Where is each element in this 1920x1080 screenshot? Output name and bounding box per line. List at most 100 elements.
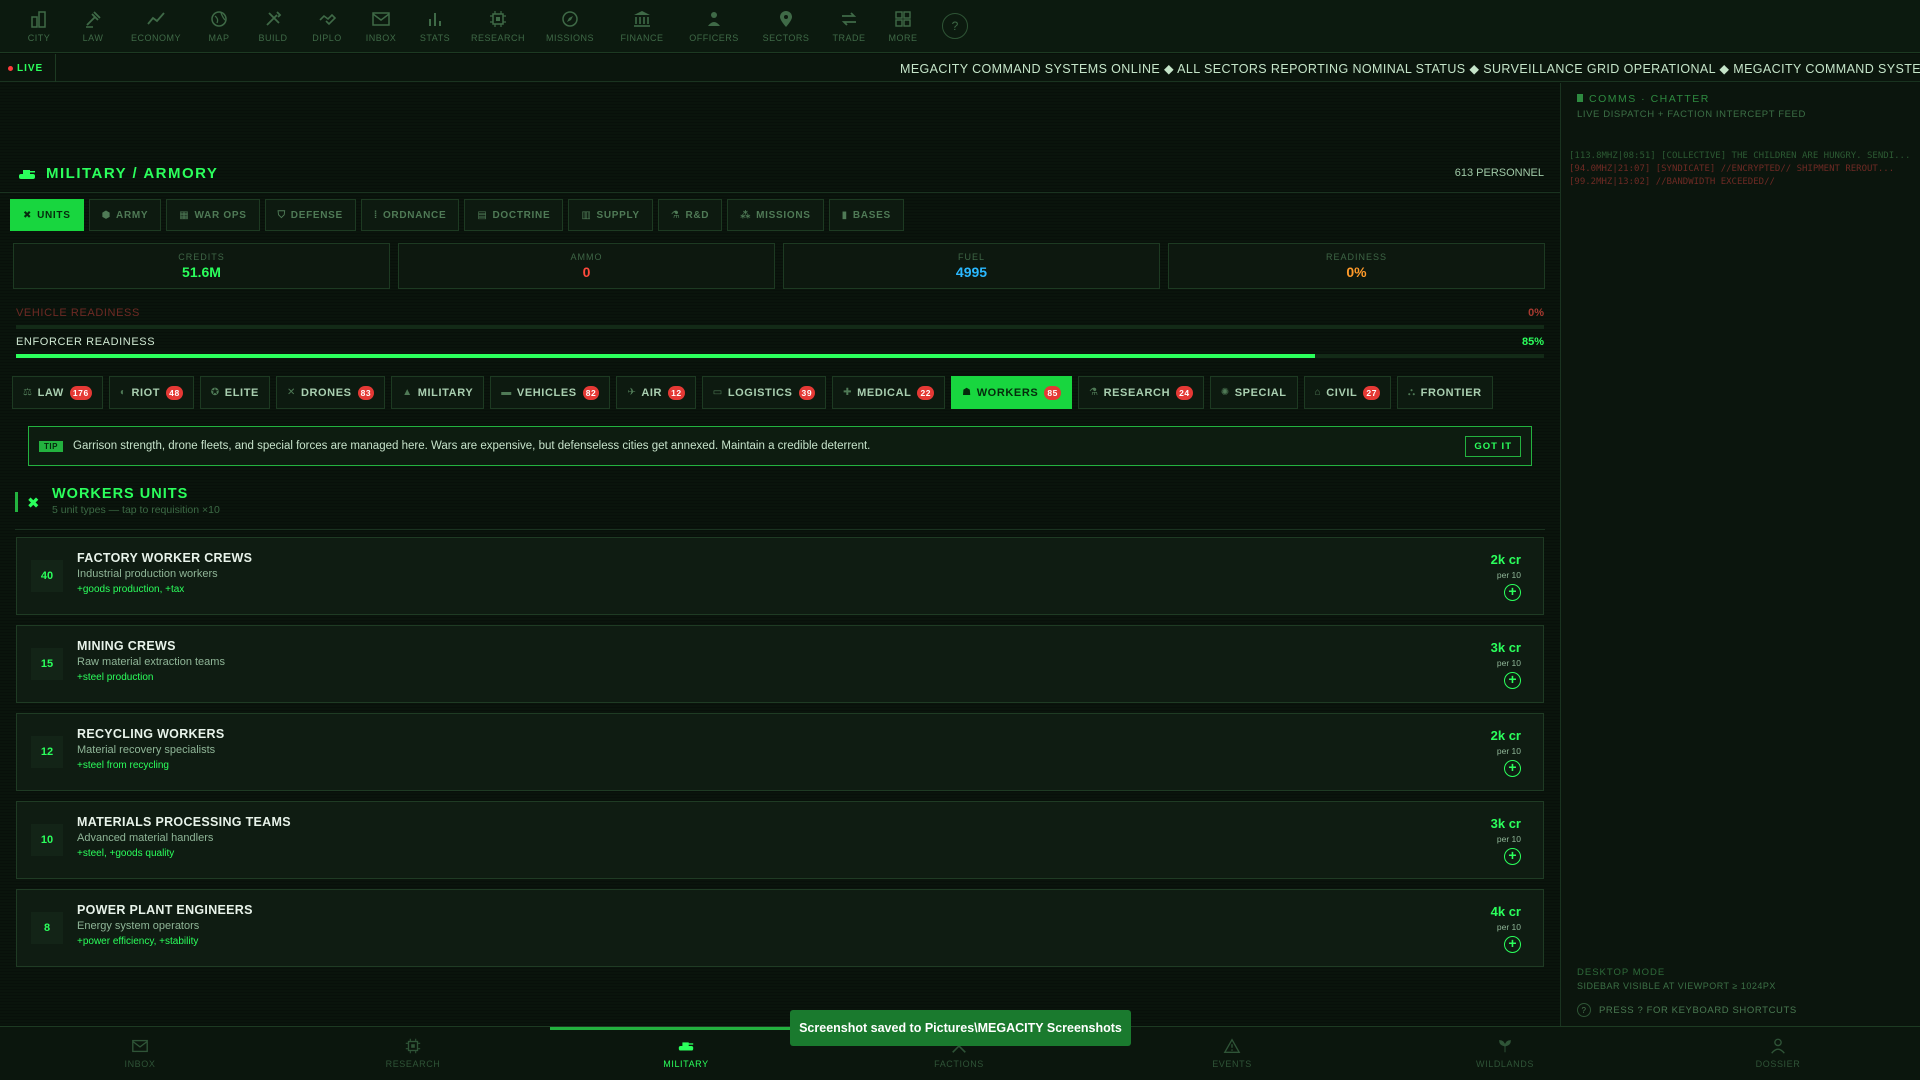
nav-item-trade[interactable]: TRADE xyxy=(822,1,876,51)
unit-cost-unit: per 10 xyxy=(1496,658,1521,668)
requisition-plus-icon[interactable]: + xyxy=(1504,848,1521,865)
nav-item-label: FINANCE xyxy=(620,33,664,43)
category-tab-civil[interactable]: ⌂ CIVIL 27 xyxy=(1303,376,1392,409)
page-header: MILITARY / ARMORY 613 PERSONNEL xyxy=(0,153,1560,193)
requisition-plus-icon[interactable]: + xyxy=(1504,584,1521,601)
bottom-nav-research[interactable]: RESEARCH xyxy=(353,1037,473,1069)
section-tab-supply[interactable]: ▥ SUPPLY xyxy=(568,199,653,231)
nav-item-city[interactable]: CITY xyxy=(12,1,66,51)
section-tab-label: BASES xyxy=(852,209,891,221)
got-it-button[interactable]: GOT IT xyxy=(1465,436,1521,457)
bottom-nav-dossier[interactable]: DOSSIER xyxy=(1718,1037,1838,1069)
section-tab-bases[interactable]: ▮ BASES xyxy=(828,199,904,231)
shortcut-hint[interactable]: ? PRESS ? FOR KEYBOARD SHORTCUTS xyxy=(1577,1003,1797,1017)
category-tab-workers[interactable]: ☗ WORKERS 85 xyxy=(951,376,1072,409)
category-tab-icon: ▭ xyxy=(712,387,723,398)
stat-ammo: AMMO 0 xyxy=(398,243,775,289)
section-tab-ordnance[interactable]: ⁞ ORDNANCE xyxy=(360,199,460,231)
nav-item-diplo[interactable]: DIPLO xyxy=(300,1,354,51)
count-badge: 12 xyxy=(668,385,685,400)
nav-item-stats[interactable]: STATS xyxy=(408,1,462,51)
comms-subtitle: LIVE DISPATCH + FACTION INTERCEPT FEED xyxy=(1577,109,1806,120)
section-tab-r-d[interactable]: ⚗ R&D xyxy=(657,199,723,231)
requisition-plus-icon[interactable]: + xyxy=(1504,672,1521,689)
unit-card[interactable]: 12 RECYCLING WORKERS Material recovery spe… xyxy=(16,713,1544,791)
category-tab-label: MEDICAL xyxy=(857,386,912,399)
nav-item-label: MAP xyxy=(208,33,230,43)
unit-card[interactable]: 8 POWER PLANT ENGINEERS Energy system oper… xyxy=(16,889,1544,967)
nav-item-map[interactable]: MAP xyxy=(192,1,246,51)
category-tab-air[interactable]: ✈ AIR 12 xyxy=(616,376,696,409)
vehicle-readiness-label: VEHICLE READINESS xyxy=(16,307,140,319)
nav-item-finance[interactable]: FINANCE xyxy=(606,1,678,51)
nav-item-label: MORE xyxy=(888,33,918,43)
section-tab-label: MISSIONS xyxy=(756,209,811,221)
category-tab-icon: ✕ xyxy=(286,387,296,398)
bottom-nav-events[interactable]: EVENTS xyxy=(1172,1037,1292,1069)
stat-readiness: READINESS 0% xyxy=(1168,243,1545,289)
section-tab-army[interactable]: ⬢ ARMY xyxy=(88,199,162,231)
unit-bonus: +power efficiency, +stability xyxy=(77,936,199,947)
category-tab-logistics[interactable]: ▭ LOGISTICS 39 xyxy=(701,376,827,409)
category-tab-vehicles[interactable]: ▬ VEHICLES 82 xyxy=(490,376,611,409)
stat-value: 0 xyxy=(582,264,591,280)
bar-chart-icon xyxy=(429,13,441,26)
section-tab-defense[interactable]: ⛉ DEFENSE xyxy=(264,199,356,231)
unit-cost: 3k cr xyxy=(1490,816,1521,831)
section-tab-units[interactable]: ✖ UNITS xyxy=(10,199,84,231)
screenshot-toast: Screenshot saved to Pictures\MEGACITY Sc… xyxy=(790,1010,1131,1046)
requisition-plus-icon[interactable]: + xyxy=(1504,936,1521,953)
category-tab-riot[interactable]: ◐ RIOT 48 xyxy=(108,376,194,409)
unit-cost-unit: per 10 xyxy=(1496,922,1521,932)
bottom-nav-wildlands[interactable]: WILDLANDS xyxy=(1445,1037,1565,1069)
section-tab-doctrine[interactable]: ▤ DOCTRINE xyxy=(464,199,564,231)
section-tab-icon: ▮ xyxy=(841,209,848,221)
nav-item-sectors[interactable]: SECTORS xyxy=(750,1,822,51)
category-tab-drones[interactable]: ✕ DRONES 83 xyxy=(275,376,386,409)
category-tab-law[interactable]: ⚖ LAW 176 xyxy=(12,376,103,409)
bottom-nav-military[interactable]: MILITARY xyxy=(626,1037,746,1069)
comms-title: COMMS · CHATTER xyxy=(1577,93,1710,105)
unit-card[interactable]: 10 MATERIALS PROCESSING TEAMS Advanced mat… xyxy=(16,801,1544,879)
requisition-plus-icon[interactable]: + xyxy=(1504,760,1521,777)
unit-name: FACTORY WORKER CREWS xyxy=(77,551,253,565)
category-tab-frontier[interactable]: ⛬ FRONTIER xyxy=(1397,376,1493,409)
nav-item-build[interactable]: BUILD xyxy=(246,1,300,51)
section-tab-war-ops[interactable]: ▦ WAR OPS xyxy=(166,199,260,231)
nav-item-more[interactable]: MORE xyxy=(876,1,930,51)
chatter-feed: [113.8MHZ|08:51] [COLLECTIVE] THE CHILDR… xyxy=(1569,150,1919,189)
bottom-nav-inbox[interactable]: INBOX xyxy=(80,1037,200,1069)
category-tab-elite[interactable]: ✪ ELITE xyxy=(199,376,270,409)
nav-item-inbox[interactable]: INBOX xyxy=(354,1,408,51)
unit-count: 8 xyxy=(31,912,63,944)
user-icon xyxy=(1771,1038,1785,1054)
unit-count: 12 xyxy=(31,736,63,768)
count-badge: 82 xyxy=(582,385,600,400)
trend-icon xyxy=(147,12,165,25)
nav-item-officers[interactable]: OFFICERS xyxy=(678,1,750,51)
nav-item-research[interactable]: RESEARCH xyxy=(462,1,534,51)
nav-item-missions[interactable]: MISSIONS xyxy=(534,1,606,51)
workers-subtitle: 5 unit types — tap to requisition ×10 xyxy=(52,504,220,516)
nav-item-economy[interactable]: ECONOMY xyxy=(120,1,192,51)
category-tab-icon: ⚖ xyxy=(23,387,33,398)
category-tab-military[interactable]: ▲ MILITARY xyxy=(391,376,485,409)
unit-cost: 2k cr xyxy=(1490,552,1521,567)
unit-card[interactable]: 40 FACTORY WORKER CREWS Industrial product… xyxy=(16,537,1544,615)
section-tab-missions[interactable]: ⁂ MISSIONS xyxy=(727,199,824,231)
tank-icon xyxy=(678,1042,694,1051)
category-tab-research[interactable]: ⚗ RESEARCH 24 xyxy=(1078,376,1204,409)
category-tab-medical[interactable]: ✚ MEDICAL 22 xyxy=(832,376,946,409)
count-badge: 27 xyxy=(1363,385,1381,400)
mail-icon xyxy=(372,12,390,26)
enforcer-readiness-fill xyxy=(16,354,1315,358)
nav-item-label: MISSIONS xyxy=(545,33,594,43)
unit-card[interactable]: 15 MINING CREWS Raw material extraction te… xyxy=(16,625,1544,703)
nav-item-law[interactable]: LAW xyxy=(66,1,120,51)
help-button[interactable]: ? xyxy=(942,13,968,39)
category-tab-icon: ⛬ xyxy=(1408,387,1416,398)
category-tab-special[interactable]: ✺ SPECIAL xyxy=(1209,376,1298,409)
section-tab-label: DOCTRINE xyxy=(492,209,551,221)
unit-count: 15 xyxy=(31,648,63,680)
gavel-icon xyxy=(86,11,101,28)
